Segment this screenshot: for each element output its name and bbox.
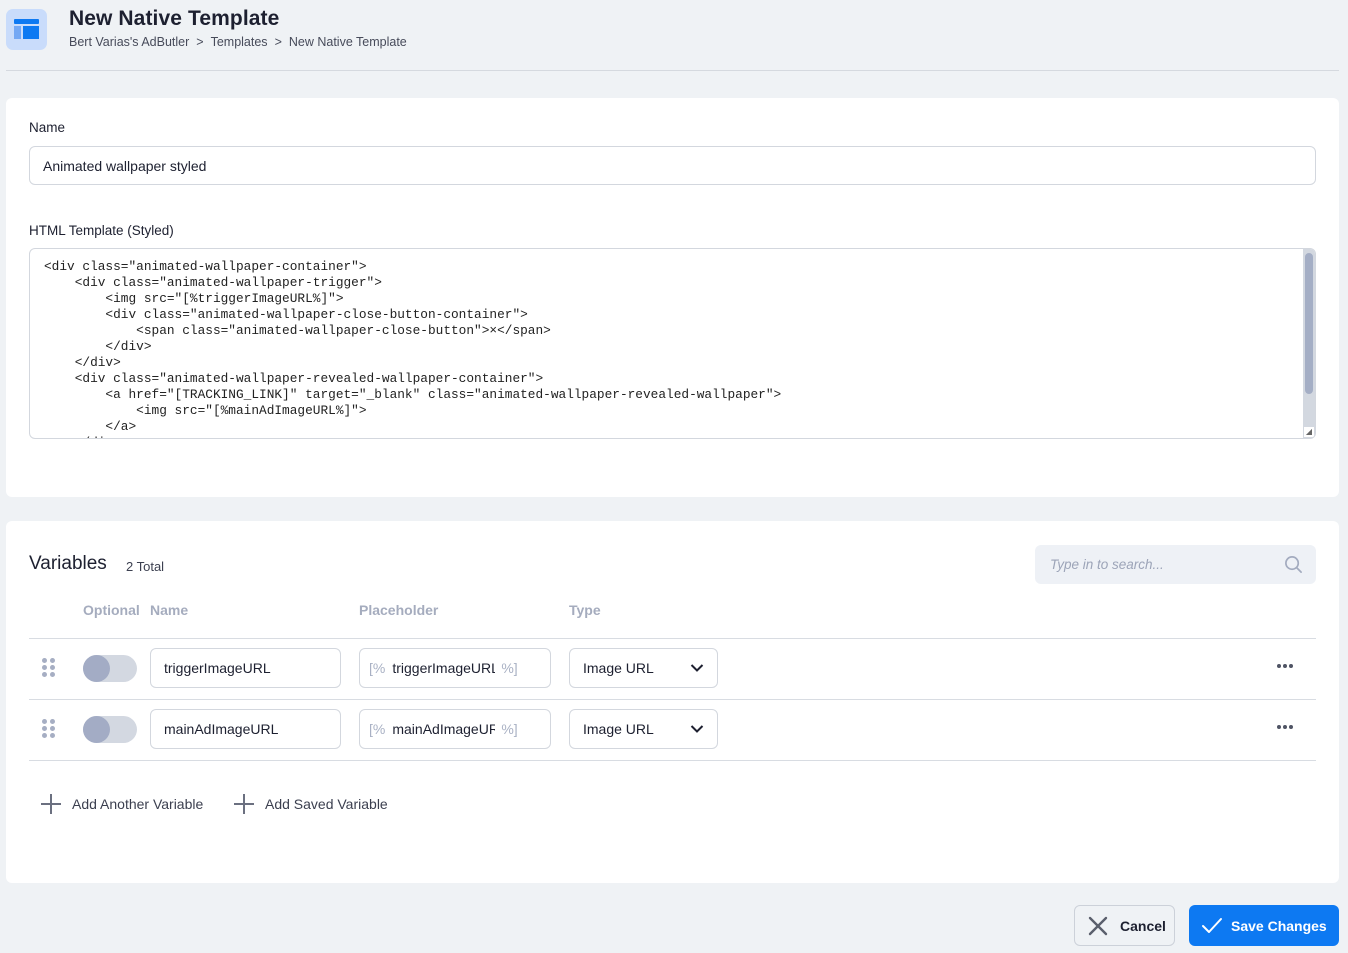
add-saved-variable-label: Add Saved Variable — [265, 796, 388, 812]
name-label: Name — [29, 120, 66, 135]
placeholder-open-bracket: [% — [369, 660, 386, 676]
variable-name-input[interactable]: triggerImageURL — [150, 648, 341, 688]
drag-handle-icon[interactable] — [42, 719, 56, 739]
variable-placeholder-input[interactable]: [% mainAdImageURL %] — [359, 709, 551, 749]
column-header-type: Type — [569, 602, 601, 618]
add-another-variable-button[interactable]: Add Another Variable — [41, 794, 203, 814]
row-divider — [29, 760, 1316, 761]
page-header: New Native Template Bert Varias's AdButl… — [0, 0, 1348, 71]
variable-type-value: Image URL — [583, 721, 654, 737]
variable-type-select[interactable]: Image URL — [569, 709, 718, 749]
save-changes-label: Save Changes — [1231, 917, 1327, 934]
resize-handle-icon[interactable]: ◢ — [1304, 427, 1314, 437]
scrollbar-thumb[interactable] — [1305, 253, 1313, 394]
breadcrumb-separator: > — [274, 35, 282, 49]
plus-icon — [234, 794, 254, 814]
variables-search-input[interactable]: Type in to search... — [1035, 545, 1316, 584]
breadcrumb-item-current: New Native Template — [288, 35, 407, 49]
optional-toggle[interactable] — [83, 655, 137, 682]
template-layout-icon — [6, 9, 47, 50]
column-header-placeholder: Placeholder — [359, 602, 439, 618]
page-title: New Native Template — [69, 7, 280, 30]
variable-placeholder-input[interactable]: [% triggerImageURL %] — [359, 648, 551, 688]
more-options-icon[interactable] — [1277, 723, 1295, 731]
template-details-card: Name Animated wallpaper styled HTML Temp… — [6, 98, 1339, 497]
textarea-scrollbar[interactable] — [1303, 249, 1315, 438]
add-another-variable-label: Add Another Variable — [72, 796, 204, 812]
cancel-label: Cancel — [1120, 917, 1166, 934]
breadcrumb: Bert Varias's AdButler > Templates > New… — [69, 35, 407, 49]
placeholder-value[interactable]: mainAdImageURL — [392, 721, 495, 737]
placeholder-close-bracket: %] — [501, 721, 518, 737]
optional-toggle[interactable] — [83, 716, 137, 743]
search-placeholder: Type in to search... — [1050, 557, 1164, 572]
column-header-name: Name — [150, 602, 189, 618]
variables-count: 2 Total — [126, 559, 165, 574]
cancel-button[interactable]: Cancel — [1074, 905, 1175, 946]
column-header-optional: Optional — [83, 602, 140, 618]
more-options-icon[interactable] — [1277, 662, 1295, 670]
variables-card: Variables 2 Total Type in to search... O… — [6, 521, 1339, 883]
html-template-label: HTML Template (Styled) — [29, 223, 174, 238]
name-input[interactable]: Animated wallpaper styled — [29, 146, 1316, 185]
drag-handle-icon[interactable] — [42, 658, 56, 678]
variable-type-select[interactable]: Image URL — [569, 648, 718, 688]
search-icon[interactable] — [1284, 555, 1303, 574]
html-template-code[interactable]: <div class="animated-wallpaper-container… — [44, 259, 781, 438]
variable-name-input[interactable]: mainAdImageURL — [150, 709, 341, 749]
variables-title: Variables — [29, 553, 107, 574]
placeholder-value[interactable]: triggerImageURL — [392, 660, 495, 676]
placeholder-close-bracket: %] — [501, 660, 518, 676]
html-template-textarea[interactable]: <div class="animated-wallpaper-container… — [29, 248, 1316, 439]
variable-row: mainAdImageURL [% mainAdImageURL %] Imag… — [29, 699, 1316, 760]
placeholder-open-bracket: [% — [369, 721, 386, 737]
breadcrumb-item-account[interactable]: Bert Varias's AdButler — [69, 35, 189, 49]
breadcrumb-item-templates[interactable]: Templates — [211, 35, 268, 49]
chevron-down-icon — [690, 664, 704, 672]
add-saved-variable-button[interactable]: Add Saved Variable — [234, 794, 388, 814]
close-icon — [1088, 916, 1108, 935]
checkmark-icon — [1202, 917, 1222, 933]
plus-icon — [41, 794, 61, 814]
chevron-down-icon — [690, 725, 704, 733]
breadcrumb-separator: > — [196, 35, 204, 49]
variable-row: triggerImageURL [% triggerImageURL %] Im… — [29, 638, 1316, 699]
save-changes-button[interactable]: Save Changes — [1189, 905, 1339, 946]
variable-type-value: Image URL — [583, 660, 654, 676]
header-divider — [6, 70, 1339, 71]
